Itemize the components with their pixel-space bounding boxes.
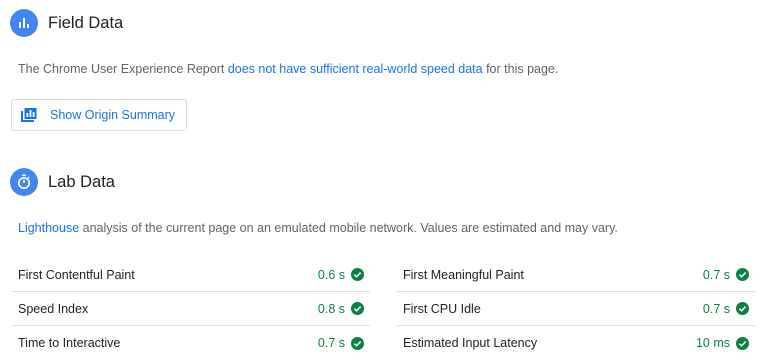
show-origin-summary-button[interactable]: Show Origin Summary (11, 99, 187, 131)
field-data-header: Field Data (10, 9, 123, 37)
lab-data-title: Lab Data (48, 172, 115, 191)
metric-name: First Contentful Paint (18, 267, 135, 282)
lab-data-header: Lab Data (10, 168, 115, 196)
lighthouse-link[interactable]: Lighthouse (18, 221, 79, 235)
field-data-desc-suffix: for this page. (482, 62, 559, 76)
pass-check-icon (736, 302, 749, 315)
metric-value: 0.8 s (317, 301, 345, 316)
field-data-desc-text: The Chrome User Experience Report (18, 62, 228, 76)
lab-data-description: Lighthouse analysis of the current page … (18, 221, 618, 235)
insufficient-data-link[interactable]: does not have sufficient real-world spee… (228, 62, 483, 76)
metric-name: Time to Interactive (18, 336, 121, 350)
stopwatch-icon (10, 168, 38, 196)
metric-value: 0.7 s (702, 301, 730, 316)
pass-check-icon (736, 336, 749, 350)
pass-check-icon (351, 336, 364, 350)
metric-value: 0.7 s (317, 336, 345, 350)
pass-check-icon (351, 302, 364, 315)
bar-chart-icon (10, 9, 38, 37)
metric-value: 10 ms (695, 336, 730, 350)
field-data-description: The Chrome User Experience Report does n… (18, 62, 558, 76)
pass-check-icon (351, 268, 364, 281)
metric-value: 0.6 s (317, 267, 345, 282)
pass-check-icon (736, 268, 749, 281)
metric-value: 0.7 s (702, 267, 730, 282)
metric-row: Speed Index 0.8 s (12, 292, 370, 326)
show-origin-summary-label: Show Origin Summary (50, 108, 176, 122)
metric-name: First CPU Idle (403, 301, 481, 316)
metric-row: First Contentful Paint 0.6 s (12, 258, 370, 292)
metric-row: Estimated Input Latency 10 ms (397, 326, 755, 360)
metric-row: First CPU Idle 0.7 s (397, 292, 755, 326)
metric-name: Speed Index (18, 301, 89, 316)
field-data-title: Field Data (48, 13, 124, 32)
metrics-left-column: First Contentful Paint 0.6 s Speed Index… (12, 258, 370, 360)
metric-name: Estimated Input Latency (403, 336, 538, 350)
metrics-right-column: First Meaningful Paint 0.7 s First CPU I… (397, 258, 755, 360)
metric-row: First Meaningful Paint 0.7 s (397, 258, 755, 292)
origin-summary-icon (21, 108, 37, 122)
lab-data-desc-text: analysis of the current page on an emula… (79, 221, 618, 235)
metric-row: Time to Interactive 0.7 s (12, 326, 370, 360)
metric-name: First Meaningful Paint (403, 267, 524, 282)
